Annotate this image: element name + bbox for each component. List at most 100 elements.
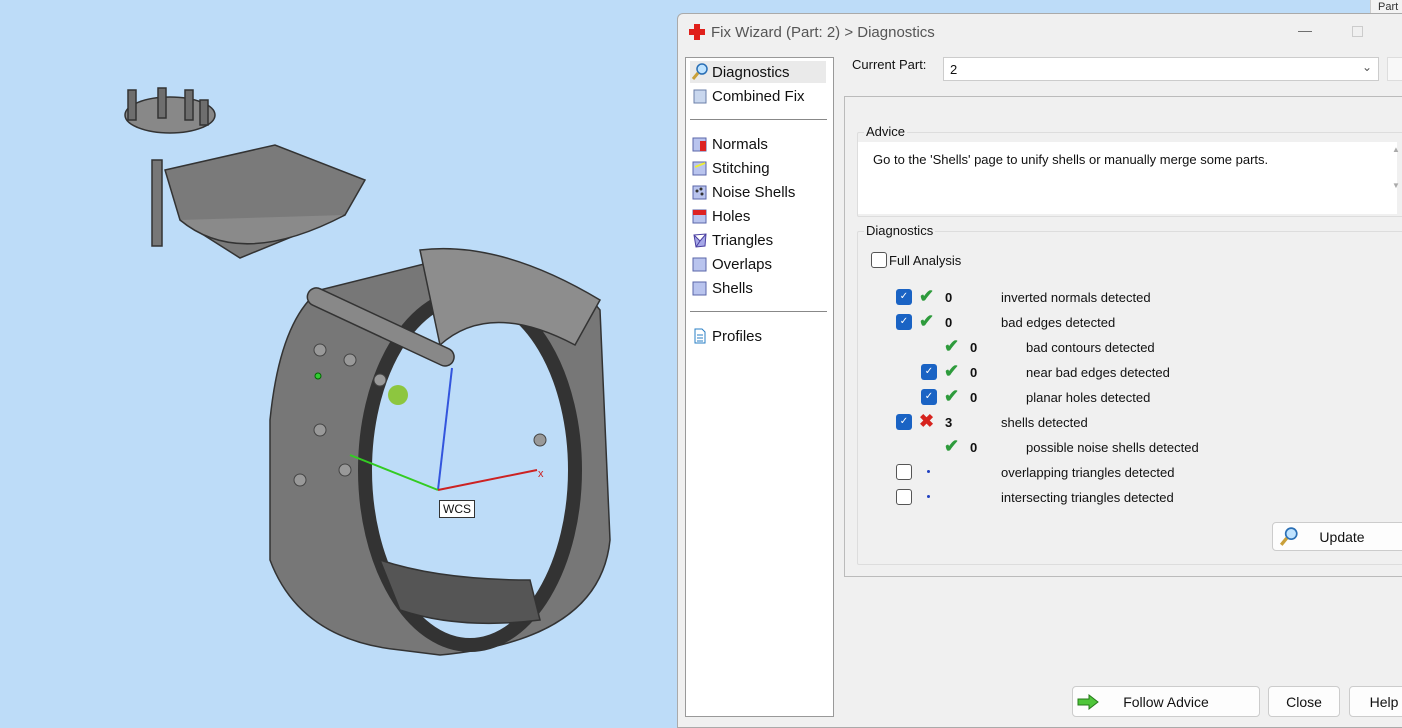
dialog-title: Fix Wizard (Part: 2) > Diagnostics [711,24,935,41]
minimize-button[interactable]: — [1292,22,1318,42]
x-axis-label: x [538,468,544,480]
title-bar[interactable]: Fix Wizard (Part: 2) > Diagnostics — [678,14,1402,52]
nav-item-noise-shells[interactable]: Noise Shells [690,181,826,203]
follow-advice-button[interactable]: Follow Advice [1072,686,1260,717]
check-icon: ✔ [944,386,960,406]
diagnostic-checkbox[interactable]: ✓ [921,389,937,405]
current-part-label: Current Part: [852,57,927,72]
diagnostic-label: possible noise shells detected [1026,440,1199,455]
diagnostic-label: bad contours detected [1026,340,1155,355]
full-analysis-label: Full Analysis [889,253,962,268]
nav-item-overlaps[interactable]: Overlaps [690,253,826,275]
error-x-icon: ✖ [919,411,935,431]
diagnostic-count: 0 [945,315,953,330]
check-icon: ✔ [944,336,960,356]
close-button[interactable]: Close [1268,686,1340,717]
diagnostic-label: near bad edges detected [1026,365,1170,380]
close-label: Close [1286,693,1322,710]
diagnostic-label: overlapping triangles detected [1001,465,1175,480]
diagnostic-count: 0 [945,290,953,305]
pending-dot-icon [927,470,930,473]
nav-item-stitching[interactable]: Stitching [690,157,826,179]
diagnostic-checkbox[interactable] [896,489,912,505]
diagnostic-count: 3 [945,415,953,430]
red-cross-icon [689,24,705,40]
advice-group: Advice Go to the 'Shells' page to unify … [857,124,1402,217]
nav-divider [690,119,827,120]
check-icon: ✔ [919,311,935,331]
advice-text: Go to the 'Shells' page to unify shells … [858,142,1397,214]
nav-label: Normals [712,135,768,153]
3d-viewport[interactable]: WCS x [0,0,677,723]
chevron-down-icon: ⌄ [1361,60,1372,74]
advice-scrollbar[interactable]: ▲ ▼ [1391,145,1401,205]
fix-wizard-dialog: Fix Wizard (Part: 2) > Diagnostics — Dia… [677,13,1402,728]
nav-label: Profiles [712,327,763,345]
nav-label: Overlaps [712,255,773,273]
diagnostic-label: planar holes detected [1026,390,1151,405]
diagnostic-checkbox[interactable]: ✓ [896,289,912,305]
ring-model [124,87,611,656]
document-icon [694,328,706,344]
nav-label: Holes [712,207,751,225]
next-part-button[interactable] [1387,57,1402,81]
nav-item-combined-fix[interactable]: Combined Fix [690,85,826,107]
wizard-nav: Diagnostics Combined Fix Normals Stitchi… [685,57,834,717]
combined-fix-icon [693,89,707,104]
nav-label: Noise Shells [712,183,796,201]
advice-title: Advice [864,124,908,139]
background-window-part-tab[interactable]: Part [1370,0,1402,14]
nav-item-diagnostics[interactable]: Diagnostics [690,61,826,83]
nav-item-triangles[interactable]: Triangles [690,229,826,251]
help-button[interactable]: Help [1349,686,1402,717]
nav-label: Diagnostics [712,63,790,81]
holes-cube-icon [692,209,707,224]
nav-divider [690,311,827,312]
nav-label: Stitching [712,159,770,177]
diagnostic-label: intersecting triangles detected [1001,490,1174,505]
check-icon: ✔ [919,286,935,306]
check-icon: ✔ [944,436,960,456]
magnifier-icon [691,63,708,80]
magnifier-icon [1279,527,1298,546]
diagnostic-count: 0 [970,340,978,355]
stitching-cube-icon [692,161,707,176]
nav-item-shells[interactable]: Shells [690,277,826,299]
noise-shells-cube-icon [692,185,707,200]
update-button[interactable]: Update [1272,522,1402,551]
diagnostic-checkbox[interactable]: ✓ [921,364,937,380]
diagnostic-label: bad edges detected [1001,315,1116,330]
green-arrow-icon [1077,694,1099,710]
triangles-cube-icon [693,233,707,248]
nav-label: Triangles [712,231,774,249]
nav-label: Combined Fix [712,87,805,105]
overlaps-cube-icon [692,257,707,272]
nav-item-normals[interactable]: Normals [690,133,826,155]
current-part-value: 2 [950,62,958,77]
help-label: Help [1369,693,1399,710]
shells-cube-icon [692,281,707,296]
diagnostic-count: 0 [970,440,978,455]
nav-item-holes[interactable]: Holes [690,205,826,227]
wcs-label: WCS [439,500,475,518]
diagnostics-page: Advice Go to the 'Shells' page to unify … [844,96,1402,577]
diagnostics-group: Diagnostics Full Analysis ✓ ✔ 0 inverted no… [857,223,1402,565]
pending-dot-icon [927,495,930,498]
diagnostic-label: shells detected [1001,415,1088,430]
diagnostic-checkbox[interactable]: ✓ [896,414,912,430]
nav-item-profiles[interactable]: Profiles [690,325,826,347]
diagnostic-count: 0 [970,390,978,405]
diagnostic-count: 0 [970,365,978,380]
current-part-select[interactable]: 2 ⌄ [943,57,1379,81]
maximize-button[interactable] [1352,26,1363,37]
full-analysis-checkbox[interactable] [871,252,887,268]
follow-advice-label: Follow Advice [1123,693,1209,710]
diagnostics-title: Diagnostics [864,223,936,238]
normals-cube-icon [692,137,707,152]
diagnostic-label: inverted normals detected [1001,290,1151,305]
diagnostic-checkbox[interactable]: ✓ [896,314,912,330]
diagnostic-checkbox[interactable] [896,464,912,480]
nav-label: Shells [712,279,753,297]
update-label: Update [1319,528,1365,545]
check-icon: ✔ [944,361,960,381]
